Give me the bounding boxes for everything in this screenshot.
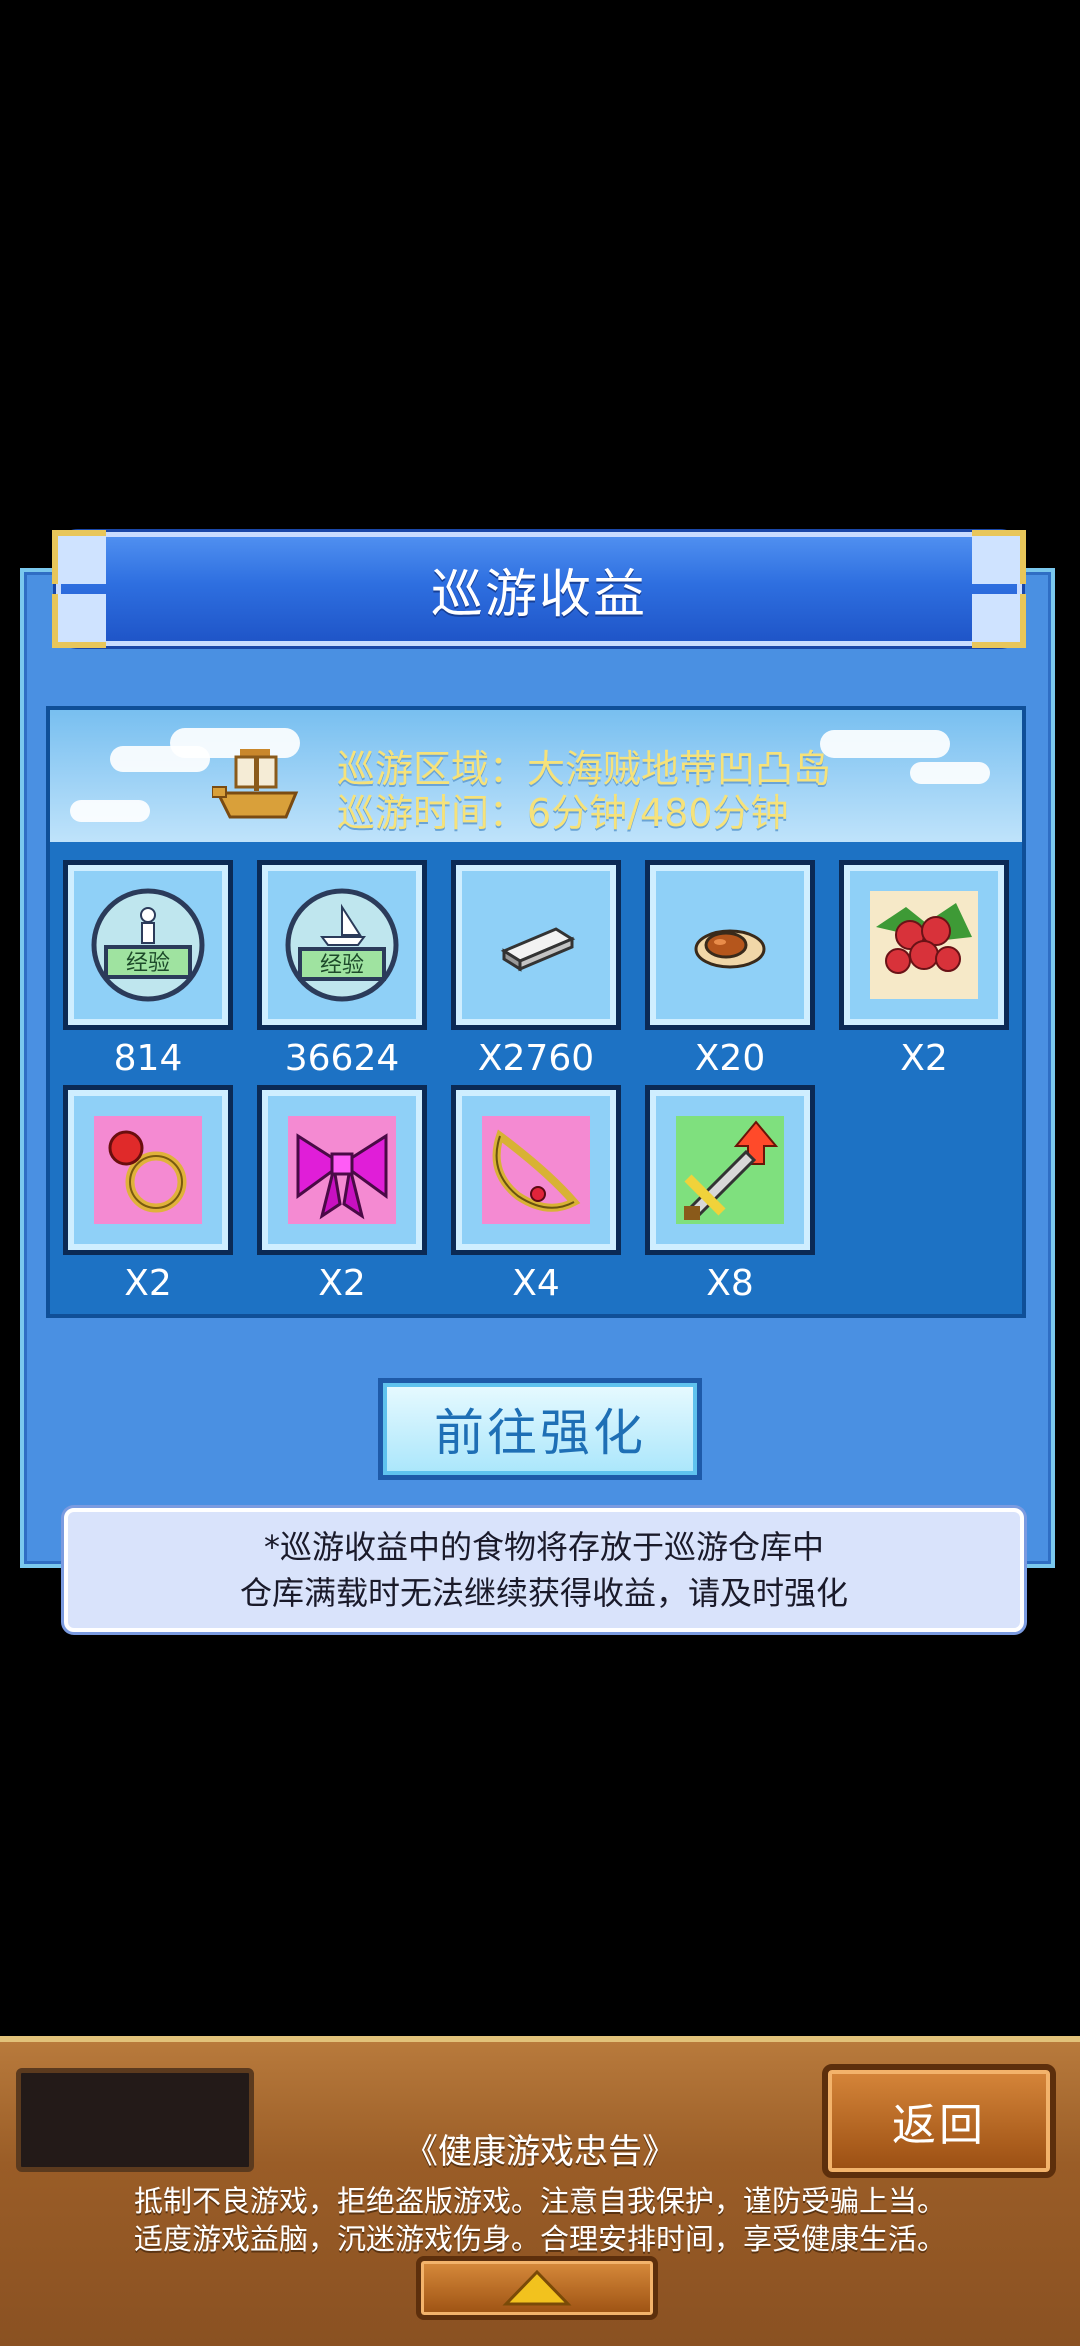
cloud-decoration — [820, 730, 950, 758]
ruby-ring-icon — [94, 1116, 202, 1224]
reward-tile[interactable] — [645, 1085, 815, 1255]
reward-tile[interactable] — [63, 1085, 233, 1255]
reward-count: X2 — [318, 1263, 366, 1304]
ship-icon — [212, 749, 299, 819]
cruise-time-text: 巡游时间：6分钟/480分钟 — [337, 791, 789, 835]
cloud-decoration — [70, 800, 150, 822]
storage-note: *巡游收益中的食物将存放于巡游仓库中 仓库满载时无法继续获得收益，请及时强化 — [64, 1508, 1024, 1632]
reward-count: 36624 — [284, 1038, 400, 1079]
triangle-up-icon — [502, 2269, 572, 2306]
health-advice-title: 《健康游戏忠告》 — [404, 2132, 676, 2172]
svg-text:经验: 经验 — [126, 951, 170, 976]
frame-corner-decoration — [972, 530, 1026, 584]
go-upgrade-button[interactable]: 前往强化 — [378, 1378, 702, 1480]
exp-ship-icon: 经验 — [285, 888, 399, 1002]
reward-count: X8 — [706, 1263, 754, 1304]
reward-tile[interactable] — [645, 860, 815, 1030]
note-line: 仓库满载时无法继续获得收益，请及时强化 — [239, 1574, 848, 1612]
reward-tile[interactable]: 经验 — [257, 860, 427, 1030]
frame-corner-decoration — [972, 594, 1026, 648]
svg-text:经验: 经验 — [320, 953, 364, 978]
gold-necklace-icon — [482, 1116, 590, 1224]
sword-upgrade-icon — [676, 1116, 784, 1224]
reward-tile[interactable] — [451, 860, 621, 1030]
health-advice-line: 抵制不良游戏，拒绝盗版游戏。注意自我保护，谨防受骗上当。 — [133, 2184, 946, 2218]
reward-tile[interactable] — [257, 1085, 427, 1255]
reward-tile[interactable] — [839, 860, 1009, 1030]
silver-bar-icon — [500, 927, 576, 972]
pink-bow-icon — [288, 1116, 396, 1224]
expand-button[interactable] — [416, 2256, 658, 2320]
reward-count: X20 — [694, 1038, 766, 1079]
red-berries-icon — [870, 891, 978, 999]
reward-tile[interactable]: 经验 — [63, 860, 233, 1030]
frame-corner-decoration — [52, 530, 106, 584]
reward-count: X2760 — [477, 1038, 595, 1079]
dialog-title-banner: 巡游收益 — [56, 532, 1022, 646]
dialog-title: 巡游收益 — [430, 564, 647, 625]
reward-tile[interactable] — [451, 1085, 621, 1255]
reward-count: X4 — [512, 1263, 560, 1304]
health-advice-line: 适度游戏益脑，沉迷游戏伤身。合理安排时间，享受健康生活。 — [133, 2222, 946, 2256]
exp-person-icon: 经验 — [91, 888, 205, 1002]
cloud-decoration — [910, 762, 990, 784]
note-line: *巡游收益中的食物将存放于巡游仓库中 — [263, 1528, 824, 1566]
reward-count: 814 — [113, 1038, 183, 1079]
reward-count: X2 — [900, 1038, 948, 1079]
reward-count: X2 — [124, 1263, 172, 1304]
cooked-meat-icon — [694, 929, 766, 969]
frame-corner-decoration — [52, 594, 106, 648]
